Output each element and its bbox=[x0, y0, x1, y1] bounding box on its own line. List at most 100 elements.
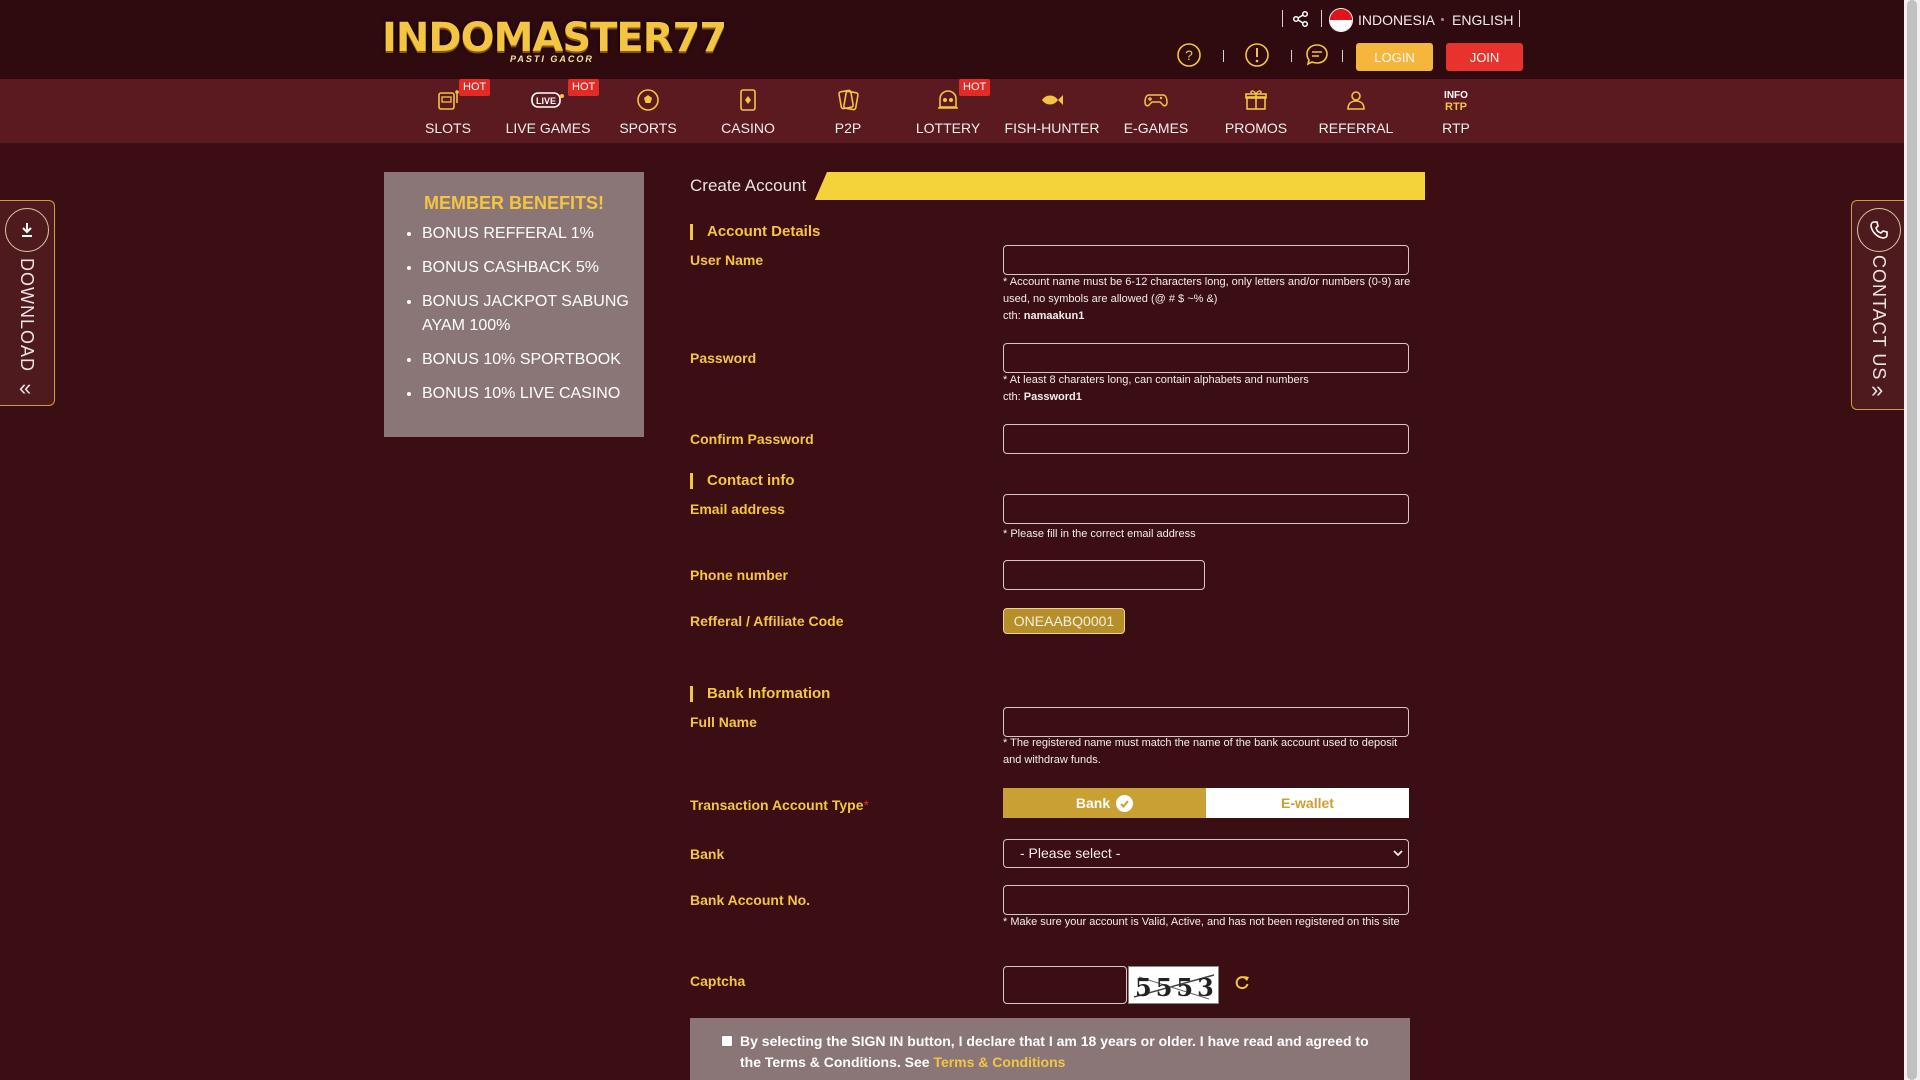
bank-account-input[interactable] bbox=[1003, 885, 1409, 915]
email-hint: * Please fill in the correct email addre… bbox=[1003, 528, 1196, 540]
hint-text: * Account name must be 6-12 characters l… bbox=[1003, 276, 1411, 305]
password-hint: * At least 8 charaters long, can contain… bbox=[1003, 372, 1413, 406]
password-label: Password bbox=[690, 350, 757, 366]
lang-indonesia[interactable]: INDONESIA bbox=[1358, 12, 1435, 28]
captcha-input[interactable] bbox=[1003, 966, 1127, 1004]
nav-item-p2p[interactable]: P2P bbox=[798, 79, 898, 143]
login-button[interactable]: LOGIN bbox=[1356, 43, 1433, 71]
bank-select-value: - Please select - bbox=[1020, 845, 1121, 861]
hint-example-prefix: cth: bbox=[1003, 310, 1024, 322]
full-name-label: Full Name bbox=[690, 714, 757, 730]
chat-icon[interactable] bbox=[1304, 42, 1330, 68]
password-input[interactable] bbox=[1003, 343, 1409, 373]
bank-label: Bank bbox=[690, 846, 725, 862]
nav-item-casino[interactable]: CASINO bbox=[698, 79, 798, 143]
label-text: Transaction Account Type bbox=[690, 797, 864, 813]
nav-label: PROMOS bbox=[1224, 120, 1288, 136]
nav-item-referral[interactable]: REFERRAL bbox=[1306, 79, 1406, 143]
nav-label: LIVE GAMES bbox=[505, 120, 591, 136]
section-account-details: Account Details bbox=[690, 224, 820, 240]
nav-item-e-games[interactable]: E-GAMES bbox=[1106, 79, 1206, 143]
site-logo[interactable]: INDOMASTER77 PASTI GACOR bbox=[382, 14, 727, 64]
bank-account-hint: * Make sure your account is Valid, Activ… bbox=[1003, 916, 1400, 928]
contact-us-label: CONTACT US bbox=[1869, 255, 1889, 381]
share-icon[interactable] bbox=[1292, 10, 1310, 28]
type-bank-label: Bank bbox=[1075, 795, 1111, 811]
nav-label: CASINO bbox=[721, 120, 775, 136]
phone-input[interactable] bbox=[1003, 560, 1205, 590]
referral-code-field: ONEAABQ0001 bbox=[1003, 608, 1125, 634]
type-bank-button[interactable]: Bank bbox=[1003, 788, 1206, 818]
divider bbox=[1321, 10, 1322, 27]
page-scrollbar[interactable] bbox=[1904, 0, 1920, 1080]
email-label: Email address bbox=[690, 501, 785, 517]
captcha-code: 5553 bbox=[1135, 973, 1218, 1002]
list-item: BONUS REFFERAL 1% bbox=[422, 222, 632, 246]
chevron-right-icon: » bbox=[1871, 377, 1884, 402]
nav-label: LOTTERY bbox=[915, 120, 981, 136]
agree-checkbox[interactable] bbox=[721, 1035, 733, 1047]
nav-label: SPORTS bbox=[619, 120, 677, 136]
referral-label: Refferal / Affiliate Code bbox=[690, 613, 844, 629]
help-icon[interactable]: ? bbox=[1176, 42, 1202, 68]
divider bbox=[1223, 50, 1224, 62]
logo-text: INDOMASTER77 bbox=[382, 15, 727, 61]
phone-label: Phone number bbox=[690, 567, 789, 583]
bank-select[interactable]: - Please select - bbox=[1003, 839, 1409, 868]
confirm-password-input[interactable] bbox=[1003, 424, 1409, 454]
required-marker: * bbox=[863, 797, 869, 813]
lang-english[interactable]: ENGLISH bbox=[1452, 12, 1513, 28]
lottery-icon bbox=[938, 90, 958, 109]
gift-icon bbox=[1245, 90, 1267, 110]
hint-text: * At least 8 charaters long, can contain… bbox=[1003, 374, 1309, 386]
nav-item-lottery[interactable]: LOTTERY HOT bbox=[898, 79, 998, 143]
nav-item-promos[interactable]: PROMOS bbox=[1206, 79, 1306, 143]
nav-item-rtp[interactable]: INFO RTP RTP bbox=[1406, 79, 1506, 143]
create-account-header: Create Account bbox=[675, 172, 1425, 200]
refresh-icon[interactable] bbox=[1234, 974, 1250, 990]
username-label: User Name bbox=[690, 252, 764, 268]
nav-label: FISH-HUNTER bbox=[1004, 120, 1100, 136]
confirm-password-label: Confirm Password bbox=[690, 431, 814, 447]
check-icon bbox=[1116, 794, 1134, 812]
nav-label: REFERRAL bbox=[1318, 120, 1394, 136]
benefits-list: BONUS REFFERAL 1% BONUS CASHBACK 5% BONU… bbox=[422, 222, 632, 416]
section-contact-info: Contact info bbox=[690, 473, 795, 489]
nav-item-slots[interactable]: SLOTS HOT bbox=[398, 79, 498, 143]
transaction-type-label: Transaction Account Type* bbox=[690, 797, 869, 813]
list-item: BONUS CASHBACK 5% bbox=[422, 256, 632, 280]
scrollbar-thumb[interactable] bbox=[1907, 0, 1917, 1080]
download-icon bbox=[5, 208, 49, 252]
nav-item-fish-hunter[interactable]: FISH-HUNTER bbox=[1002, 79, 1102, 143]
hot-badge: HOT bbox=[959, 79, 991, 96]
gamepad-icon bbox=[1144, 94, 1168, 107]
contact-side-tab[interactable]: CONTACT US » bbox=[1851, 200, 1906, 410]
indonesia-flag-icon[interactable] bbox=[1329, 8, 1353, 32]
username-input[interactable] bbox=[1003, 245, 1409, 275]
bank-account-label: Bank Account No. bbox=[690, 892, 811, 908]
email-input[interactable] bbox=[1003, 494, 1409, 524]
svg-text:LIVE: LIVE bbox=[536, 96, 556, 106]
divider-dot bbox=[1441, 18, 1444, 21]
download-label: DOWNLOAD bbox=[17, 258, 37, 373]
full-name-input[interactable] bbox=[1003, 707, 1409, 737]
section-bank-information: Bank Information bbox=[690, 686, 830, 702]
alert-icon[interactable] bbox=[1244, 42, 1270, 68]
download-side-tab[interactable]: DOWNLOAD « bbox=[0, 200, 55, 406]
svg-text:RTP: RTP bbox=[1445, 101, 1467, 113]
hint-example-prefix: cth: bbox=[1003, 391, 1024, 403]
terms-agreement: By selecting the SIGN IN button, I decla… bbox=[690, 1018, 1410, 1080]
captcha-image: 5553 bbox=[1128, 966, 1219, 1004]
nav-item-sports[interactable]: SPORTS bbox=[598, 79, 698, 143]
benefits-title: MEMBER BENEFITS! bbox=[424, 193, 604, 213]
hint-example: namaakun1 bbox=[1023, 310, 1085, 322]
nav-item-live-games[interactable]: LIVE LIVE GAMES HOT bbox=[498, 79, 600, 143]
terms-link[interactable]: Terms & Conditions bbox=[933, 1054, 1065, 1070]
join-button[interactable]: JOIN bbox=[1446, 43, 1523, 71]
divider bbox=[1282, 10, 1283, 27]
svg-text:?: ? bbox=[1185, 47, 1193, 63]
top-bar: INDOMASTER77 PASTI GACOR INDONESIA ENGLI… bbox=[0, 0, 1904, 79]
type-ewallet-button[interactable]: E-wallet bbox=[1206, 788, 1409, 818]
divider bbox=[1291, 50, 1292, 62]
nav-label: E-GAMES bbox=[1123, 120, 1189, 136]
